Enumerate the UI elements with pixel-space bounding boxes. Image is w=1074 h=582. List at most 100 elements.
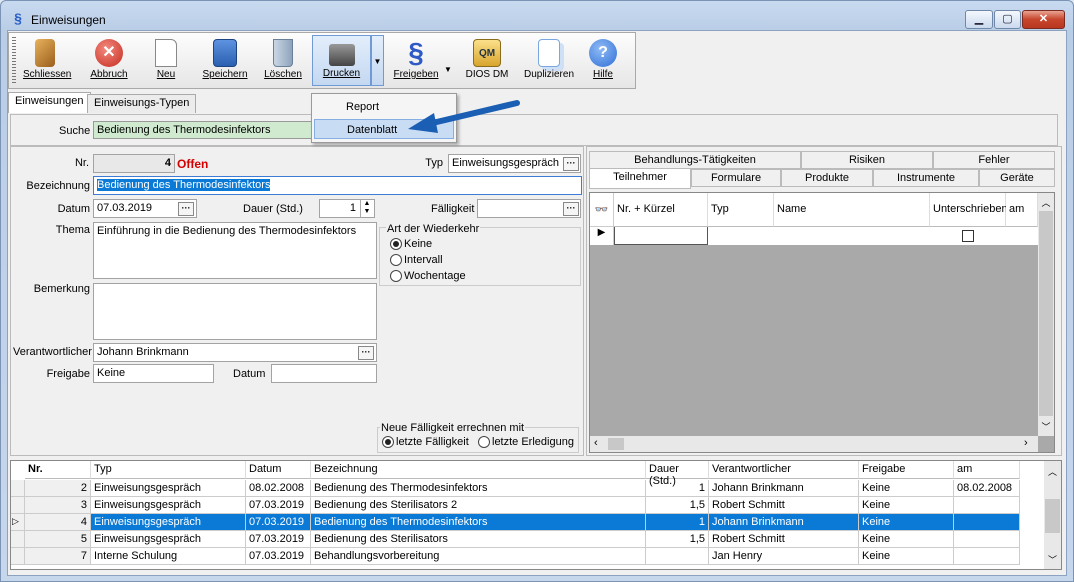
table-row[interactable]: 5 Einweisungsgespräch 07.03.2019 Bedienung … bbox=[11, 531, 1020, 548]
col-am[interactable]: am bbox=[1006, 193, 1038, 227]
table-scroll-thumb[interactable] bbox=[1045, 499, 1060, 533]
row-indicator[interactable] bbox=[11, 548, 25, 565]
row-indicator[interactable] bbox=[11, 497, 25, 514]
table-cell[interactable]: Jan Henry bbox=[709, 548, 859, 565]
table-cell[interactable]: Einweisungsgespräch bbox=[91, 531, 246, 548]
save-tool-button[interactable]: Speichern bbox=[201, 35, 249, 86]
typ-field[interactable]: Einweisungsgespräch bbox=[448, 154, 581, 173]
datum-picker-button[interactable]: ··· bbox=[178, 202, 194, 216]
table-cell[interactable] bbox=[954, 548, 1020, 565]
table-cell[interactable]: 07.03.2019 bbox=[246, 548, 311, 565]
table-cell[interactable]: Johann Brinkmann bbox=[709, 480, 859, 497]
table-cell[interactable]: 1,5 bbox=[646, 531, 709, 548]
verantwortlicher-lookup-button[interactable]: ··· bbox=[358, 346, 374, 360]
title-bar[interactable]: § Einweisungen ▁ ▢ ✕ bbox=[1, 1, 1073, 33]
radio-letzte-erledigung[interactable]: letzte Erledigung bbox=[478, 436, 574, 449]
table-cell[interactable]: 5 bbox=[25, 531, 91, 548]
maximize-button[interactable]: ▢ bbox=[994, 10, 1021, 29]
unterschrieben-checkbox[interactable] bbox=[962, 230, 974, 242]
table-cell[interactable]: 1 bbox=[646, 514, 709, 531]
table-cell[interactable]: 07.03.2019 bbox=[246, 497, 311, 514]
duplicate-tool-button[interactable]: Duplizieren bbox=[518, 35, 580, 86]
minimize-button[interactable]: ▁ bbox=[965, 10, 993, 29]
scroll-right-icon[interactable]: › bbox=[1024, 437, 1028, 449]
col-typ[interactable]: Typ bbox=[91, 461, 246, 479]
col-datum[interactable]: Datum bbox=[246, 461, 311, 479]
typ-lookup-button[interactable]: ··· bbox=[563, 157, 579, 171]
table-row[interactable]: 2 Einweisungsgespräch 08.02.2008 Bedienung … bbox=[11, 480, 1020, 497]
table-cell[interactable]: Bedienung des Sterilisators 2 bbox=[311, 497, 646, 514]
release-dropdown-arrow[interactable]: ▼ bbox=[443, 35, 453, 86]
table-cell[interactable] bbox=[954, 531, 1020, 548]
tab-behandlungs-taetigkeiten[interactable]: Behandlungs-Tätigkeiten bbox=[589, 151, 801, 169]
horizontal-scrollbar[interactable]: ‹ › bbox=[590, 436, 1038, 452]
freigabe-datum-field[interactable] bbox=[271, 364, 377, 383]
table-cell[interactable]: 1,5 bbox=[646, 497, 709, 514]
radio-letzte-faelligkeit[interactable]: letzte Fälligkeit bbox=[382, 436, 469, 449]
toolbar-grip[interactable] bbox=[12, 37, 16, 85]
table-cell[interactable]: Johann Brinkmann bbox=[709, 514, 859, 531]
scroll-down-icon[interactable]: ﹀ bbox=[1038, 420, 1054, 433]
col-typ[interactable]: Typ bbox=[708, 193, 774, 227]
vertical-scrollbar[interactable]: ︿ ﹀ bbox=[1038, 193, 1054, 436]
table-cell[interactable]: Bedienung des Thermodesinfektors bbox=[311, 514, 646, 531]
table-cell[interactable]: Bedienung des Sterilisators bbox=[311, 531, 646, 548]
print-tool-button[interactable]: Drucken bbox=[312, 35, 371, 86]
tab-fehler[interactable]: Fehler bbox=[933, 151, 1055, 169]
table-cell[interactable]: Keine bbox=[859, 548, 954, 565]
release-tool-button[interactable]: § Freigeben bbox=[391, 35, 441, 86]
table-cell[interactable] bbox=[646, 548, 709, 565]
teilnehmer-new-row-cell[interactable] bbox=[614, 227, 708, 245]
h-scroll-thumb[interactable] bbox=[608, 438, 624, 450]
col-name[interactable]: Name bbox=[774, 193, 930, 227]
table-cell[interactable]: 4 bbox=[25, 514, 91, 531]
table-row[interactable]: 7 Interne Schulung 07.03.2019 Behandlungsvo… bbox=[11, 548, 1020, 565]
row-indicator[interactable] bbox=[11, 531, 25, 548]
table-cell[interactable]: Keine bbox=[859, 497, 954, 514]
help-tool-button[interactable]: ? Hilfe bbox=[583, 35, 623, 86]
tab-geraete[interactable]: Geräte bbox=[979, 169, 1055, 187]
thema-textarea[interactable]: Einführung in die Bedienung des Thermode… bbox=[93, 222, 377, 279]
table-scroll-up-icon[interactable]: ︿ bbox=[1044, 465, 1061, 478]
table-cell[interactable]: Interne Schulung bbox=[91, 548, 246, 565]
new-tool-button[interactable]: Neu bbox=[146, 35, 186, 86]
print-dropdown-arrow[interactable]: ▼ bbox=[371, 35, 384, 86]
table-cell[interactable]: Behandlungsvorbereitung bbox=[311, 548, 646, 565]
radio-intervall[interactable]: Intervall bbox=[390, 254, 443, 267]
radio-wochentage[interactable]: Wochentage bbox=[390, 270, 466, 283]
table-cell[interactable]: 3 bbox=[25, 497, 91, 514]
bemerkung-textarea[interactable] bbox=[93, 283, 377, 340]
col-bezeichnung[interactable]: Bezeichnung bbox=[311, 461, 646, 479]
table-cell[interactable]: 08.02.2008 bbox=[954, 480, 1020, 497]
table-cell[interactable]: Einweisungsgespräch bbox=[91, 497, 246, 514]
table-cell[interactable]: Robert Schmitt bbox=[709, 497, 859, 514]
table-cell[interactable]: Bedienung des Thermodesinfektors bbox=[311, 480, 646, 497]
col-nr-kuerzel[interactable]: Nr. + Kürzel bbox=[614, 193, 708, 227]
tab-einweisungen[interactable]: Einweisungen bbox=[8, 92, 91, 113]
col-verantwortlicher[interactable]: Verantwortlicher bbox=[709, 461, 859, 479]
row-indicator[interactable]: ▷ bbox=[11, 514, 25, 531]
glasses-icon[interactable]: 👓 bbox=[590, 193, 614, 227]
delete-tool-button[interactable]: Löschen bbox=[263, 35, 303, 86]
table-cell[interactable]: Einweisungsgespräch bbox=[91, 514, 246, 531]
col-dauer[interactable]: Dauer (Std.) bbox=[646, 461, 709, 487]
table-cell[interactable]: Keine bbox=[859, 531, 954, 548]
dios-dm-tool-button[interactable]: QM DIOS DM bbox=[459, 35, 515, 86]
dauer-spin-buttons[interactable]: ▲ ▼ bbox=[360, 200, 373, 217]
tab-einweisungs-typen[interactable]: Einweisungs-Typen bbox=[87, 94, 197, 113]
close-button[interactable]: ✕ bbox=[1022, 10, 1065, 29]
tab-produkte[interactable]: Produkte bbox=[781, 169, 873, 187]
tab-formulare[interactable]: Formulare bbox=[691, 169, 781, 187]
col-am[interactable]: am bbox=[954, 461, 1020, 479]
table-row[interactable]: 3 Einweisungsgespräch 07.03.2019 Bedienung … bbox=[11, 497, 1020, 514]
table-cell[interactable] bbox=[954, 514, 1020, 531]
table-vertical-scrollbar[interactable]: ︿ ﹀ bbox=[1044, 461, 1061, 569]
faelligkeit-picker-button[interactable]: ··· bbox=[563, 202, 579, 216]
table-cell[interactable]: Keine bbox=[859, 514, 954, 531]
scroll-thumb[interactable] bbox=[1039, 211, 1053, 416]
verantwortlicher-field[interactable]: Johann Brinkmann bbox=[93, 343, 377, 362]
table-cell[interactable]: Robert Schmitt bbox=[709, 531, 859, 548]
bezeichnung-input[interactable]: Bedienung des Thermodesinfektors bbox=[93, 176, 582, 195]
tab-risiken[interactable]: Risiken bbox=[801, 151, 933, 169]
radio-keine[interactable]: Keine bbox=[390, 238, 432, 251]
